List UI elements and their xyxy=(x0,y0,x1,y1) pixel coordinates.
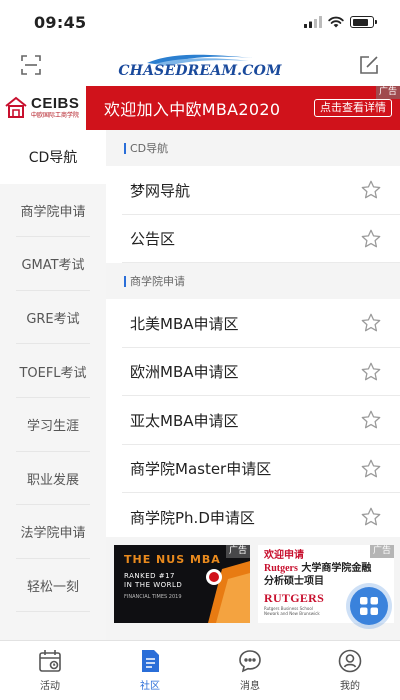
scan-icon xyxy=(21,55,41,75)
status-bar: 09:45 xyxy=(0,0,400,44)
user-icon xyxy=(338,649,362,673)
sidebar-item-label: 职业发展 xyxy=(26,472,79,488)
edit-button[interactable] xyxy=(356,52,382,78)
list-item-label: 商学院Ph.D申请区 xyxy=(130,508,255,527)
star-icon[interactable] xyxy=(360,179,382,201)
scan-button[interactable] xyxy=(18,52,44,78)
star-icon[interactable] xyxy=(360,312,382,334)
rutgers-ad-line2: 大学商学院金融 xyxy=(297,563,372,574)
banner-promo[interactable]: 欢迎加入中欧MBA2020 点击查看详情 广告 xyxy=(86,86,400,130)
tab-label: 消息 xyxy=(240,681,260,692)
list-item-label: 公告区 xyxy=(130,230,176,249)
status-time: 09:45 xyxy=(34,12,87,32)
tab-label: 我的 xyxy=(340,681,360,692)
sidebar-item-label: 商学院申请 xyxy=(20,204,86,220)
calendar-icon xyxy=(39,650,61,672)
list-item[interactable]: 亚太MBA申请区 xyxy=(106,396,400,445)
signal-icon xyxy=(304,16,322,28)
sidebar-item-study[interactable]: 学习生涯 xyxy=(0,398,106,452)
list-item-label: 亚太MBA申请区 xyxy=(130,411,239,430)
tab-profile[interactable]: 我的 xyxy=(300,641,400,700)
star-icon[interactable] xyxy=(360,361,382,383)
tab-activity[interactable]: 活动 xyxy=(0,641,100,700)
sidebar-item-relax[interactable]: 轻松一刻 xyxy=(0,559,106,613)
ceibs-subtitle: 中欧国际工商学院 xyxy=(31,112,80,119)
sidebar-item-gre[interactable]: GRE考试 xyxy=(0,291,106,345)
list-item[interactable]: 梦网导航 xyxy=(106,166,400,215)
sidebar-item-business-school[interactable]: 商学院申请 xyxy=(0,184,106,238)
ad-banner[interactable]: CEIBS 中欧国际工商学院 欢迎加入中欧MBA2020 点击查看详情 广告 xyxy=(0,86,400,130)
section-marker xyxy=(124,142,126,154)
list-item[interactable]: 商学院Ph.D申请区 xyxy=(106,493,400,542)
sidebar-item-gmat[interactable]: GMAT考试 xyxy=(0,237,106,291)
star-icon[interactable] xyxy=(360,458,382,480)
sidebar-item-cd-nav[interactable]: CD导航 xyxy=(0,130,106,184)
banner-details-button[interactable]: 点击查看详情 xyxy=(314,99,392,117)
tab-label: 活动 xyxy=(40,681,60,692)
star-icon[interactable] xyxy=(360,409,382,431)
sidebar-item-label: CD导航 xyxy=(28,149,78,166)
ad-row: THE NUS MBA RANKED #17 IN THE WORLD FINA… xyxy=(106,537,400,640)
list-item[interactable]: 北美MBA申请区 xyxy=(106,299,400,348)
sidebar-item-label: GMAT考试 xyxy=(21,258,85,274)
quick-menu-button[interactable] xyxy=(350,587,388,625)
list-item-label: 商学院Master申请区 xyxy=(130,460,272,479)
tab-community[interactable]: 社区 xyxy=(100,641,200,700)
wifi-icon xyxy=(328,16,344,28)
app-header: CHASEDREAM.COM xyxy=(0,44,400,86)
banner-title: 欢迎加入中欧MBA2020 xyxy=(104,100,281,119)
star-icon[interactable] xyxy=(360,506,382,528)
star-icon[interactable] xyxy=(360,228,382,250)
nus-mba-ad[interactable]: THE NUS MBA RANKED #17 IN THE WORLD FINA… xyxy=(114,545,250,623)
grid-icon xyxy=(360,597,378,615)
status-icons xyxy=(304,16,377,28)
section-title: 商学院申请 xyxy=(130,275,185,288)
section-title: CD导航 xyxy=(130,142,169,155)
ad-tag: 广告 xyxy=(369,545,394,558)
logo-text: CHASEDREAM.COM xyxy=(118,62,282,79)
tab-messages[interactable]: 消息 xyxy=(200,641,300,700)
list-item-label: 梦网导航 xyxy=(130,181,191,200)
sidebar-item-toefl[interactable]: TOEFL考试 xyxy=(0,344,106,398)
sidebar-item-label: 轻松一刻 xyxy=(26,580,79,596)
ceibs-name: CEIBS xyxy=(31,95,80,112)
ceibs-logo: CEIBS 中欧国际工商学院 xyxy=(0,86,86,130)
ad-tag: 广告 xyxy=(375,86,400,99)
category-sidebar: CD导航 商学院申请 GMAT考试 GRE考试 TOEFL考试 学习生涯 职业发… xyxy=(0,130,106,640)
ceibs-emblem-icon xyxy=(5,96,27,118)
section-marker xyxy=(124,275,126,287)
sidebar-item-label: GRE考试 xyxy=(26,312,80,328)
sidebar-item-label: 学习生涯 xyxy=(26,419,79,435)
edit-icon xyxy=(360,56,378,74)
sidebar-item-label: TOEFL考试 xyxy=(19,365,87,381)
list-item[interactable]: 欧洲MBA申请区 xyxy=(106,348,400,397)
document-icon xyxy=(142,650,159,672)
tab-label: 社区 xyxy=(140,681,160,692)
list-item-label: 欧洲MBA申请区 xyxy=(130,363,239,382)
battery-icon xyxy=(350,16,377,28)
list-item[interactable]: 公告区 xyxy=(106,215,400,264)
sidebar-item-career[interactable]: 职业发展 xyxy=(0,452,106,506)
rutgers-ad-brand: Rutgers xyxy=(264,563,298,574)
list-item-label: 北美MBA申请区 xyxy=(130,314,239,333)
sidebar-item-law-school[interactable]: 法学院申请 xyxy=(0,505,106,559)
section-header: CD导航 xyxy=(106,130,400,166)
nus-graphic-icon xyxy=(206,561,250,623)
sidebar-item-label: 法学院申请 xyxy=(20,526,86,542)
bottom-tab-bar: 活动 社区 消息 我的 xyxy=(0,640,400,700)
section-header: 商学院申请 xyxy=(106,263,400,299)
ad-tag: 广告 xyxy=(225,545,250,558)
chasedream-logo: CHASEDREAM.COM xyxy=(118,52,281,79)
list-item[interactable]: 商学院Master申请区 xyxy=(106,445,400,494)
chat-icon xyxy=(239,650,261,673)
